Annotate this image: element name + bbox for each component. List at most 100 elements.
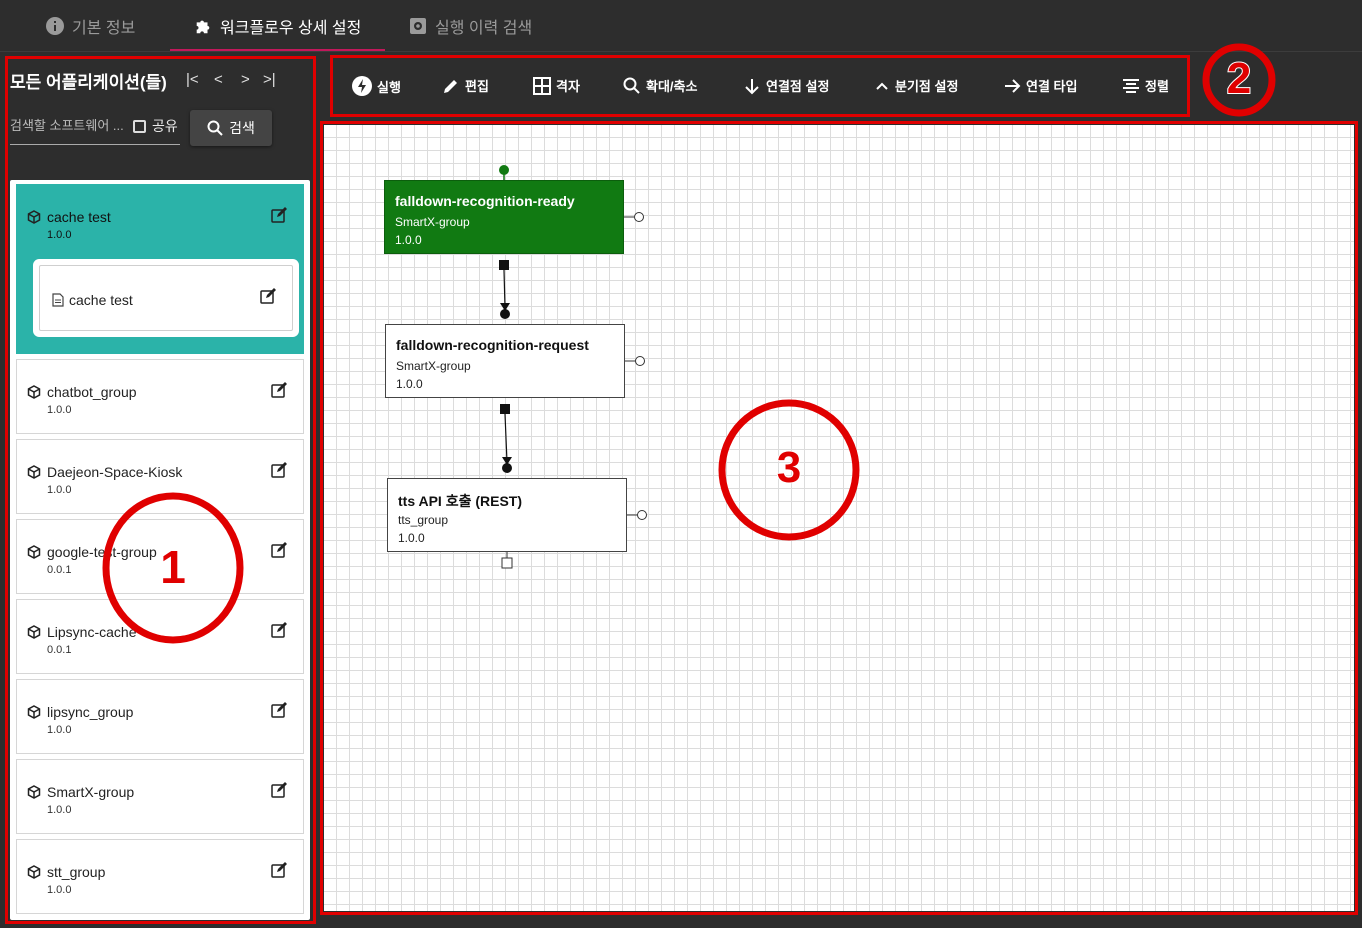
package-icon — [27, 385, 41, 399]
edit-icon[interactable] — [271, 382, 289, 403]
app-version: 1.0.0 — [47, 229, 72, 241]
app-card-daejeon-space-kiosk[interactable]: Daejeon-Space-Kiosk 1.0.0 — [16, 439, 304, 514]
node-version: 1.0.0 — [395, 233, 422, 247]
align-button[interactable]: 정렬 — [1122, 76, 1169, 95]
app-version: 1.0.0 — [47, 804, 72, 816]
edit-icon[interactable] — [271, 862, 289, 883]
search-button[interactable]: 검색 — [190, 110, 272, 146]
output-port[interactable] — [501, 557, 513, 569]
app-version: 1.0.0 — [47, 484, 72, 496]
tab-run-history[interactable]: 실행 이력 검색 — [409, 0, 532, 51]
pencil-icon — [444, 79, 457, 93]
app-name: cache test — [27, 209, 111, 225]
info-icon — [46, 16, 64, 35]
connect-type-button[interactable]: 연결 타입 — [1003, 76, 1077, 95]
tab-workflow-settings[interactable]: 워크플로우 상세 설정 — [170, 0, 386, 51]
package-icon — [27, 625, 41, 639]
grid-button[interactable]: 격자 — [533, 76, 580, 95]
connection-line[interactable] — [503, 269, 506, 309]
package-icon — [27, 465, 41, 479]
edit-button[interactable]: 편집 — [442, 76, 489, 95]
tab-bar: 기본 정보 워크플로우 상세 설정 실행 이력 검색 — [0, 0, 1362, 52]
node-version: 1.0.0 — [398, 531, 425, 545]
app-card-google-test-group[interactable]: google-test-group 0.0.1 — [16, 519, 304, 594]
app-version: 0.0.1 — [47, 644, 72, 656]
workflow-node-tts-api[interactable]: tts API 호출 (REST) tts_group 1.0.0 — [387, 478, 627, 552]
edit-icon[interactable] — [271, 702, 289, 723]
app-name: Lipsync-cache — [27, 624, 137, 640]
workflow-node-falldown-ready[interactable]: falldown-recognition-ready SmartX-group … — [384, 180, 624, 254]
magnifier-icon — [623, 77, 640, 94]
chevron-up-icon — [876, 82, 888, 90]
node-title: tts API 호출 (REST) — [398, 493, 523, 509]
search-placeholder: 검색할 소프트웨어 ... — [10, 118, 124, 133]
package-icon — [27, 210, 41, 224]
branch-port[interactable] — [634, 212, 644, 222]
tab-label: 기본 정보 — [72, 19, 136, 37]
arrow-down-icon — [745, 78, 759, 94]
tab-label: 워크플로우 상세 설정 — [220, 19, 362, 37]
node-group: SmartX-group — [396, 359, 471, 373]
app-sidebar: 모든 어플리케이션(들) |< < > >| 검색할 소프트웨어 ... 공유 … — [0, 52, 318, 928]
app-version: 0.0.1 — [47, 564, 72, 576]
tab-basic-info[interactable]: 기본 정보 — [46, 0, 135, 51]
arrow-right-icon — [1005, 78, 1021, 93]
lightning-icon — [352, 76, 372, 96]
child-card-cache-test[interactable]: cache test — [39, 265, 293, 331]
app-card-lipsync-group[interactable]: lipsync_group 1.0.0 — [16, 679, 304, 754]
zoom-button[interactable]: 확대/축소 — [623, 76, 697, 95]
app-version: 1.0.0 — [47, 884, 72, 896]
settings-box-icon — [409, 17, 427, 35]
branch-point-button[interactable]: 분기점 설정 — [874, 76, 958, 95]
document-icon — [52, 293, 64, 307]
app-card-cache-test[interactable]: cache test 1.0.0 cache test — [16, 184, 304, 354]
share-label: 공유 — [152, 118, 178, 134]
edit-icon[interactable] — [260, 288, 278, 309]
search-button-label: 검색 — [229, 120, 255, 136]
search-icon — [207, 120, 223, 136]
package-icon — [27, 785, 41, 799]
edit-icon[interactable] — [271, 782, 289, 803]
node-group: SmartX-group — [395, 215, 470, 229]
branch-port[interactable] — [635, 356, 645, 366]
app-list: cache test 1.0.0 cache test chatbot_grou… — [10, 180, 310, 920]
app-card-lipsync-cache[interactable]: Lipsync-cache 0.0.1 — [16, 599, 304, 674]
run-button[interactable]: 실행 — [352, 76, 401, 96]
app-card-chatbot-group[interactable]: chatbot_group 1.0.0 — [16, 359, 304, 434]
app-card-stt-group[interactable]: stt_group 1.0.0 — [16, 839, 304, 914]
first-page-button[interactable]: |< — [186, 71, 199, 88]
edit-icon[interactable] — [271, 207, 289, 228]
connect-point-button[interactable]: 연결점 설정 — [743, 76, 829, 95]
align-center-icon — [1123, 78, 1139, 93]
tab-label: 실행 이력 검색 — [435, 19, 533, 37]
output-port[interactable] — [500, 404, 510, 414]
puzzle-icon — [194, 17, 212, 35]
annotation-number-2: 2 — [1226, 53, 1252, 104]
start-point[interactable] — [499, 165, 509, 175]
input-port[interactable] — [502, 463, 512, 473]
edit-icon[interactable] — [271, 542, 289, 563]
node-title: falldown-recognition-ready — [395, 193, 575, 209]
checkbox-box[interactable] — [133, 119, 146, 133]
package-icon — [27, 705, 41, 719]
sidebar-title: 모든 어플리케이션(들) — [10, 73, 167, 92]
grid-icon — [533, 76, 551, 95]
app-version: 1.0.0 — [47, 724, 72, 736]
next-page-button[interactable]: > — [241, 71, 250, 88]
workflow-toolbar: 실행 편집 격자 확대/축소 연결점 설정 분기점 설정 연결 타입 정렬 — [333, 57, 1188, 113]
share-checkbox[interactable]: 공유 — [133, 116, 178, 136]
edit-icon[interactable] — [271, 622, 289, 643]
branch-port[interactable] — [637, 510, 647, 520]
connection-line[interactable] — [504, 413, 508, 463]
app-name: lipsync_group — [27, 704, 133, 720]
prev-page-button[interactable]: < — [214, 71, 223, 88]
last-page-button[interactable]: >| — [263, 71, 276, 88]
workflow-canvas[interactable]: falldown-recognition-ready SmartX-group … — [324, 125, 1354, 911]
node-title: falldown-recognition-request — [396, 337, 589, 353]
output-port[interactable] — [499, 260, 509, 270]
edit-icon[interactable] — [271, 462, 289, 483]
input-port[interactable] — [500, 309, 510, 319]
package-icon — [27, 545, 41, 559]
app-card-smartx-group[interactable]: SmartX-group 1.0.0 — [16, 759, 304, 834]
workflow-node-falldown-request[interactable]: falldown-recognition-request SmartX-grou… — [385, 324, 625, 398]
